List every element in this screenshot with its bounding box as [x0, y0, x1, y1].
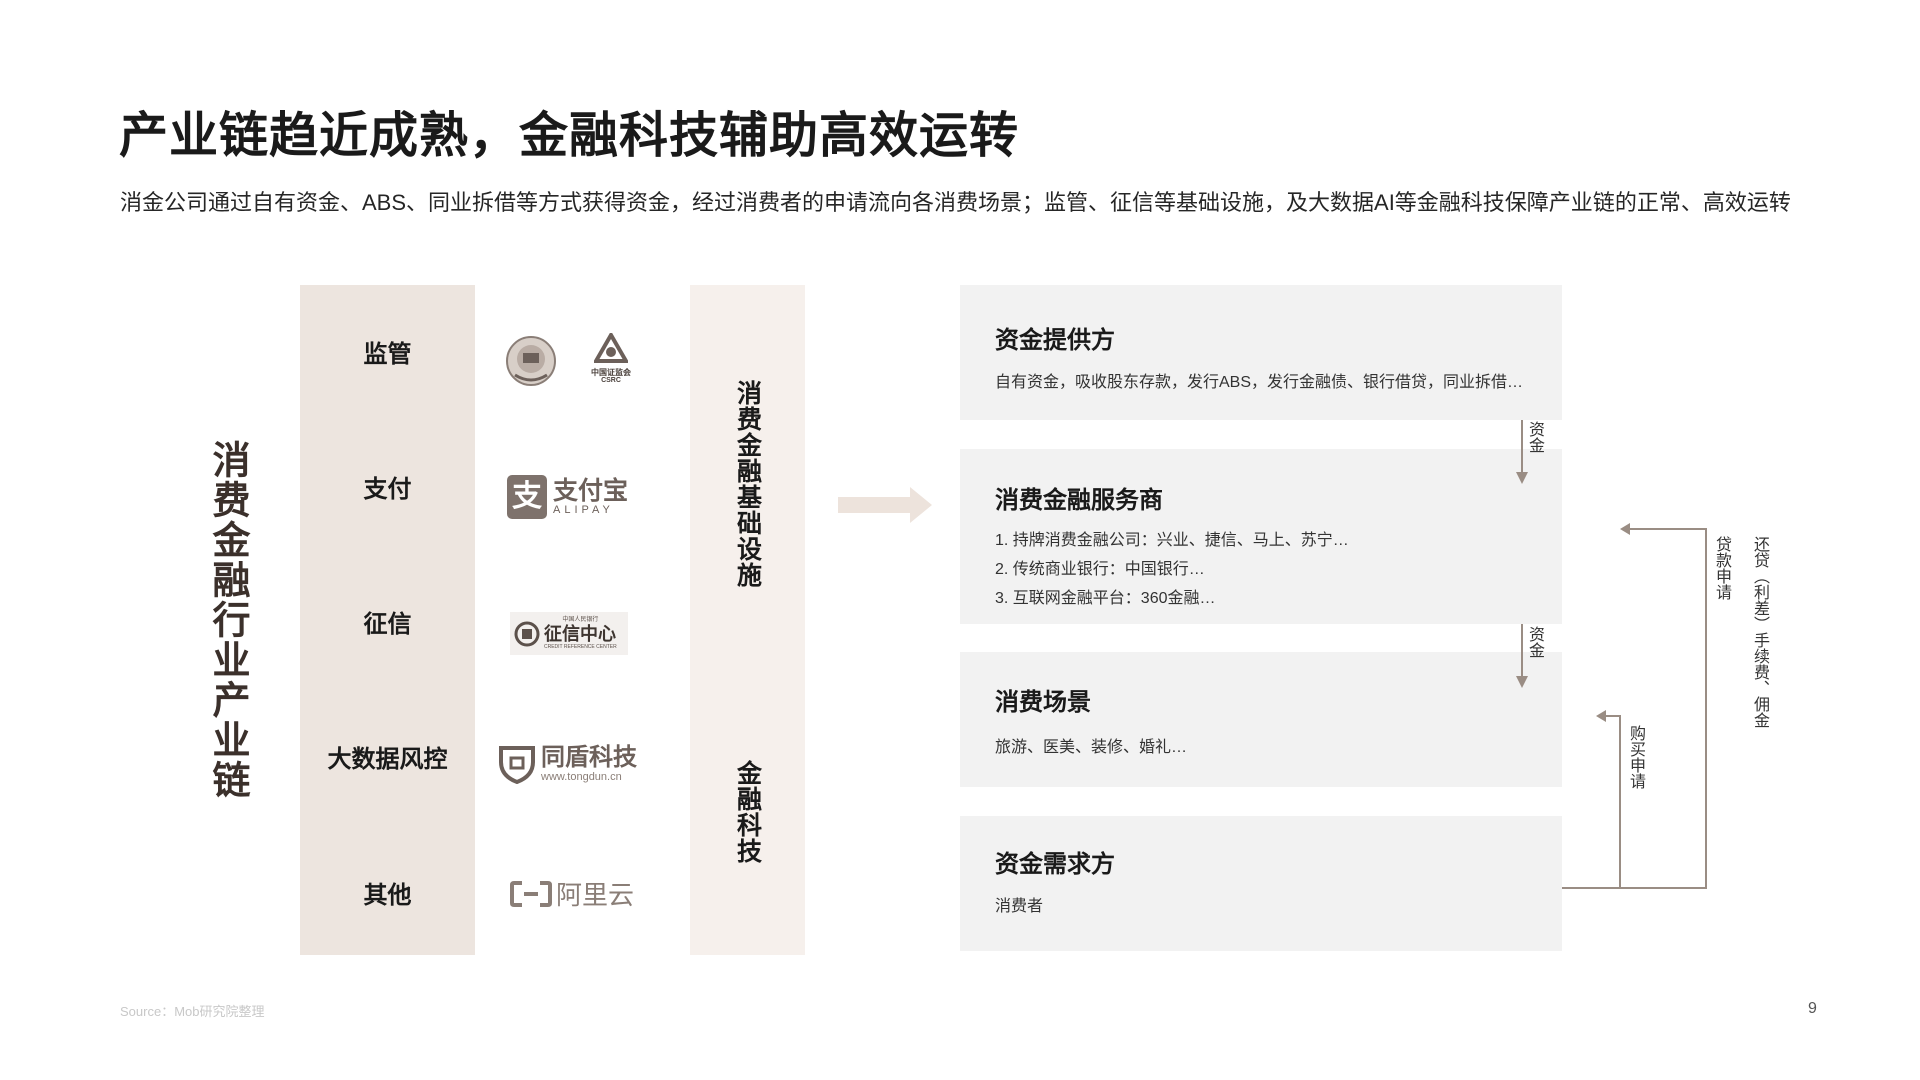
arrow-down-icon	[1516, 472, 1528, 484]
flow-label-fund-2: 资金	[1526, 626, 1543, 658]
flow-label-loan-apply: 贷款申请	[1713, 536, 1730, 600]
arrow-left-icon	[1620, 523, 1630, 535]
page-number: 9	[1808, 1000, 1817, 1017]
arrow-down-icon	[1516, 676, 1528, 688]
flow-label-fund-1: 资金	[1526, 421, 1543, 453]
flow-label-repay: 还贷（利差）手续费、佣金	[1751, 536, 1768, 728]
source-note: Source：Mob研究院整理	[120, 1004, 265, 1019]
flow-label-purchase-apply: 购买申请	[1627, 725, 1644, 789]
connector-lines	[1516, 420, 1707, 889]
arrow-left-icon	[1596, 710, 1606, 722]
